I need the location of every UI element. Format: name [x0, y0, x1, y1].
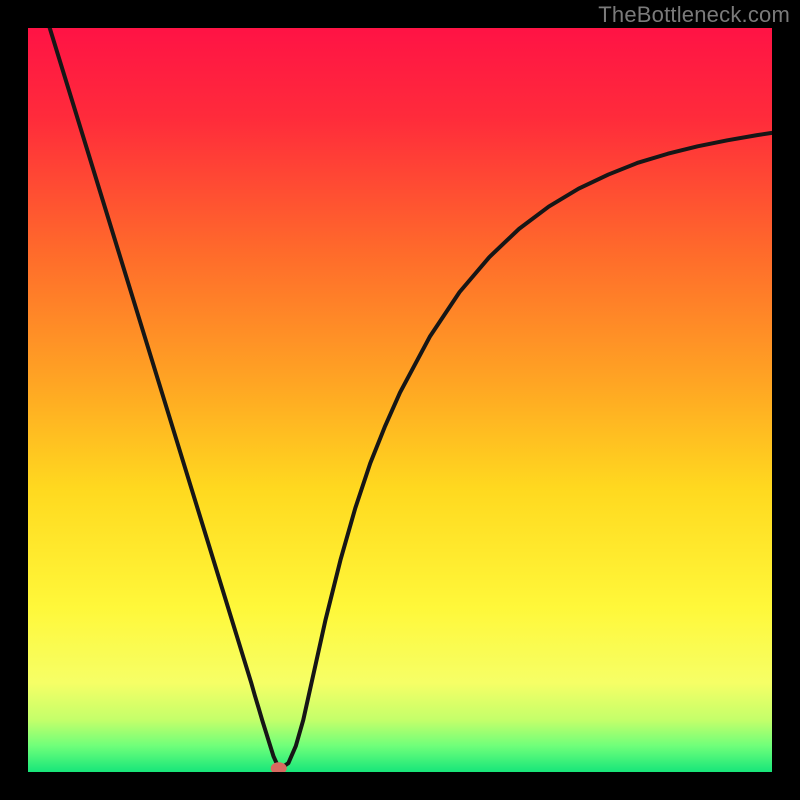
attribution-label: TheBottleneck.com — [598, 2, 790, 28]
bottleneck-chart — [28, 28, 772, 772]
chart-frame: TheBottleneck.com — [0, 0, 800, 800]
plot-area — [28, 28, 772, 772]
gradient-background — [28, 28, 772, 772]
